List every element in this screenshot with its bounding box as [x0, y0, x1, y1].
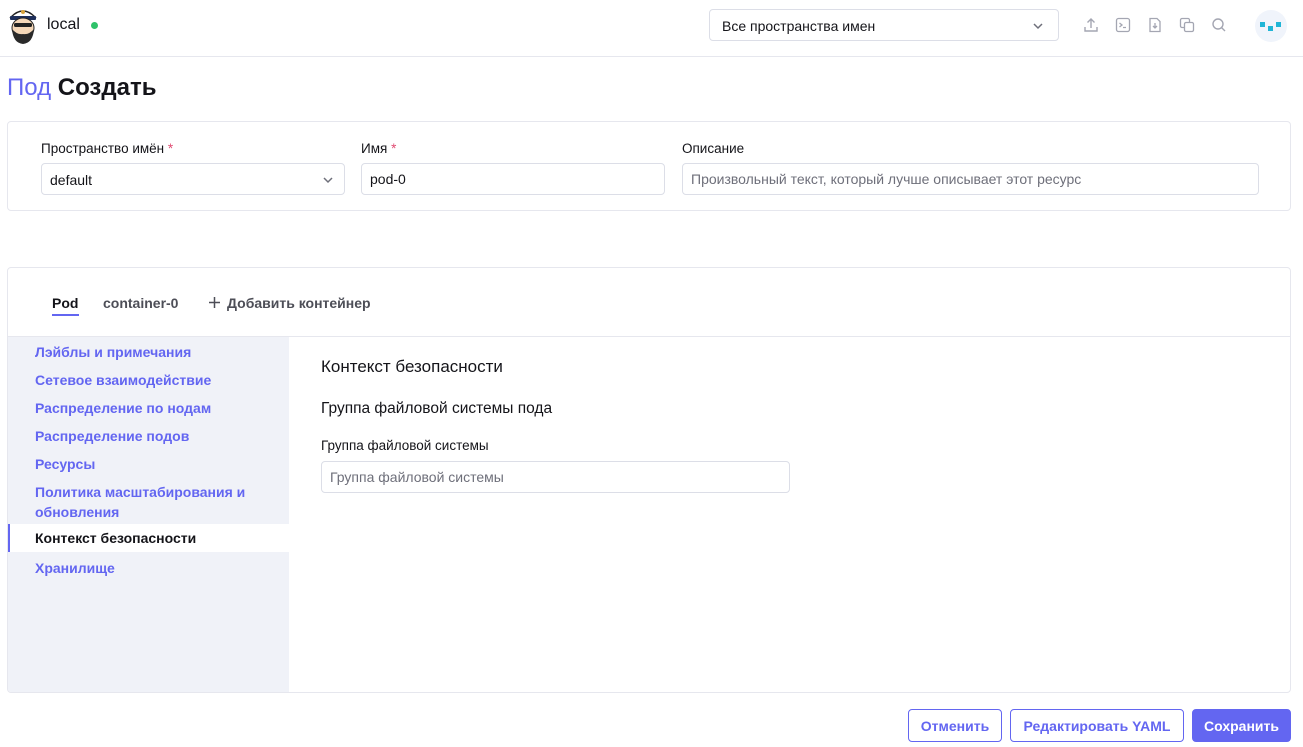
namespace-label-text: Пространство имён [41, 141, 165, 156]
page-title-action: Создать [57, 74, 157, 101]
active-tab-indicator [52, 314, 79, 316]
name-field-label: Имя * [361, 141, 396, 156]
namespace-field-label: Пространство имён * [41, 141, 173, 156]
side-nav-item-security-context[interactable]: Контекст безопасности [8, 524, 289, 552]
import-yaml-icon[interactable] [1083, 17, 1099, 33]
page-title: Под Создать [7, 74, 156, 102]
page-title-resource-link[interactable]: Под [7, 74, 51, 101]
tab-pod[interactable]: Pod [52, 295, 78, 311]
fs-group-label: Группа файловой системы [321, 438, 489, 453]
side-nav-item-storage[interactable]: Хранилище [8, 558, 289, 578]
fs-group-input[interactable] [321, 461, 790, 493]
side-nav-item-networking[interactable]: Сетевое взаимодействие [8, 370, 289, 390]
side-nav-item-pod-scheduling[interactable]: Распределение подов [8, 426, 289, 446]
namespace-selector-value: Все пространства имен [722, 18, 876, 34]
side-nav-item-resources[interactable]: Ресурсы [8, 454, 289, 474]
add-container-button[interactable]: Добавить контейнер [208, 295, 371, 311]
save-button[interactable]: Сохранить [1192, 709, 1291, 742]
copy-kubeconfig-icon[interactable] [1179, 17, 1195, 33]
rancher-desktop-logo-icon[interactable] [7, 5, 39, 45]
user-avatar[interactable] [1255, 10, 1287, 42]
avatar-icon [1260, 22, 1281, 31]
side-nav-item-labels[interactable]: Лэйблы и примечания [8, 342, 289, 362]
cluster-status-dot [91, 22, 98, 29]
cancel-button[interactable]: Отменить [908, 709, 1002, 742]
cluster-name: local [47, 16, 80, 33]
section-subtitle: Группа файловой системы пода [321, 400, 553, 417]
security-context-panel: Контекст безопасности Группа файловой си… [289, 337, 1290, 692]
side-nav-item-node-scheduling[interactable]: Распределение по нодам [8, 398, 289, 418]
container-tabs: Pod container-0 Добавить контейнер [8, 268, 1290, 337]
namespace-select[interactable]: default [41, 163, 345, 195]
add-container-label: Добавить контейнер [227, 295, 371, 311]
name-input[interactable] [361, 163, 665, 195]
description-input[interactable] [682, 163, 1259, 195]
namespace-select-value: default [50, 172, 93, 188]
side-nav: Лэйблы и примечания Сетевое взаимодейств… [8, 337, 289, 692]
description-field-label: Описание [682, 141, 745, 156]
side-nav-item-scaling-policy[interactable]: Политика масштабирования и обновления [8, 482, 289, 522]
chevron-down-icon [1033, 23, 1043, 30]
tab-container-0[interactable]: container-0 [103, 295, 178, 311]
edit-yaml-button[interactable]: Редактировать YAML [1010, 709, 1184, 742]
search-icon[interactable] [1211, 17, 1227, 33]
required-asterisk: * [167, 141, 174, 156]
top-bar: local Все пространства имен [0, 0, 1303, 57]
plus-icon [209, 297, 220, 308]
kubeconfig-download-icon[interactable] [1147, 17, 1163, 33]
chevron-down-icon [323, 177, 333, 184]
name-label-text: Имя [361, 141, 388, 156]
section-title: Контекст безопасности [321, 357, 503, 376]
namespace-selector[interactable]: Все пространства имен [709, 9, 1059, 41]
kubectl-shell-icon[interactable] [1115, 17, 1131, 33]
required-asterisk: * [391, 141, 397, 156]
metadata-card: Пространство имён * default Имя * Описан… [7, 121, 1291, 211]
pod-spec-card: Pod container-0 Добавить контейнер Лэйбл… [7, 267, 1291, 693]
